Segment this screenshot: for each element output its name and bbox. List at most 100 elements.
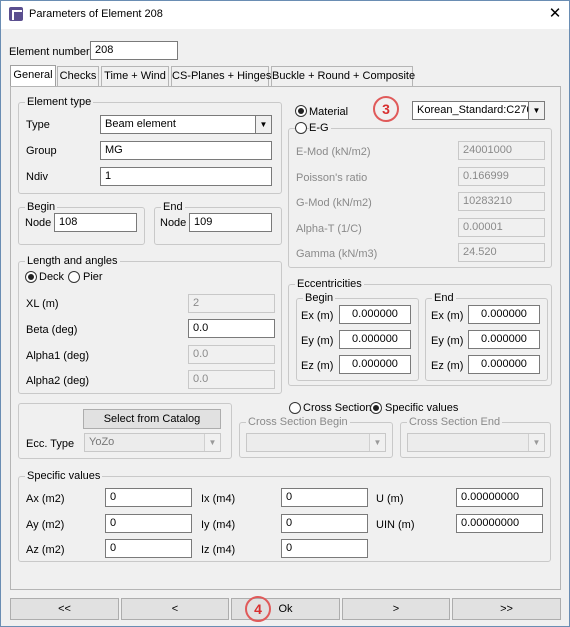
ecc-begin-ez-label: Ez (m) <box>301 360 334 372</box>
ay-input[interactable]: 0 <box>105 514 192 533</box>
gamma-value: 24.520 <box>458 243 545 262</box>
next-button[interactable]: > <box>342 598 450 620</box>
iz-label: Iz (m4) <box>201 544 236 556</box>
chevron-down-icon[interactable]: ▼ <box>528 102 544 119</box>
select-from-catalog-button[interactable]: Select from Catalog <box>83 409 221 429</box>
end-node-input[interactable]: 109 <box>189 213 272 232</box>
window-title: Parameters of Element 208 <box>29 8 163 20</box>
ndiv-input[interactable]: 1 <box>100 167 272 186</box>
cross-section-radio[interactable] <box>289 402 301 414</box>
begin-legend: Begin <box>25 201 58 213</box>
deck-label: Deck <box>39 271 65 283</box>
ax-label: Ax (m2) <box>26 493 65 505</box>
cross-section-begin-select: ▼ <box>246 433 386 452</box>
pier-radio[interactable] <box>68 271 80 283</box>
ecc-type-select: YoZo ▼ <box>84 433 221 452</box>
az-input[interactable]: 0 <box>105 539 192 558</box>
ecc-begin-ex-label: Ex (m) <box>301 310 334 322</box>
uin-label: UIN (m) <box>376 519 415 531</box>
alphat-label: Alpha-T (1/C) <box>296 223 362 235</box>
gamma-label: Gamma (kN/m3) <box>296 248 378 260</box>
title-bar: Parameters of Element 208 ✕ <box>1 1 569 29</box>
ay-label: Ay (m2) <box>26 519 65 531</box>
ecc-begin-ey-label: Ey (m) <box>301 335 334 347</box>
alpha2-label: Alpha2 (deg) <box>26 375 89 387</box>
begin-node-input[interactable]: 108 <box>54 213 137 232</box>
ecc-begin-ey-input[interactable]: 0.000000 <box>339 330 411 349</box>
tab-time-wind[interactable]: Time + Wind <box>101 66 169 86</box>
app-icon <box>9 7 23 21</box>
tab-buckle-round-composite[interactable]: Buckle + Round + Composite <box>271 66 415 86</box>
xl-label: XL (m) <box>26 298 59 310</box>
step-4-badge: 4 <box>245 596 271 622</box>
close-icon[interactable]: ✕ <box>543 3 567 25</box>
ax-input[interactable]: 0 <box>105 488 192 507</box>
ix-input[interactable]: 0 <box>281 488 368 507</box>
last-button[interactable]: >> <box>452 598 561 620</box>
element-type-legend: Element type <box>25 96 94 108</box>
tab-general[interactable]: General <box>10 65 56 87</box>
element-number-label: Element number <box>9 46 90 58</box>
emod-value: 24001000 <box>458 141 545 160</box>
iy-input[interactable]: 0 <box>281 514 368 533</box>
end-node-label: Node <box>160 217 187 229</box>
ndiv-label: Ndiv <box>26 171 49 183</box>
deck-radio[interactable] <box>25 271 37 283</box>
cross-section-label: Cross Section <box>303 402 372 414</box>
ecc-end-ez-label: Ez (m) <box>431 360 464 372</box>
element-number-input[interactable]: 208 <box>90 41 178 60</box>
cross-section-begin-legend: Cross Section Begin <box>246 416 350 428</box>
ecc-end-ex-input[interactable]: 0.000000 <box>468 305 540 324</box>
uin-input[interactable]: 0.00000000 <box>456 514 543 533</box>
ecc-end-ex-label: Ex (m) <box>431 310 464 322</box>
tab-checks[interactable]: Checks <box>57 66 99 86</box>
material-select-value: Korean_Standard:C270 <box>417 104 533 116</box>
alphat-value: 0.00001 <box>458 218 545 237</box>
eg-label: E-G <box>309 122 331 134</box>
ecc-type-value: YoZo <box>89 436 115 448</box>
ecc-end-ey-input[interactable]: 0.000000 <box>468 330 540 349</box>
iz-input[interactable]: 0 <box>281 539 368 558</box>
ecc-end-ez-input[interactable]: 0.000000 <box>468 355 540 374</box>
material-radio[interactable] <box>295 105 307 117</box>
gmod-label: G-Mod (kN/m2) <box>296 197 372 209</box>
group-input[interactable]: MG <box>100 141 272 160</box>
iy-label: Iy (m4) <box>201 519 236 531</box>
ix-label: Ix (m4) <box>201 493 236 505</box>
type-select[interactable]: Beam element ▼ <box>100 115 272 134</box>
chevron-down-icon[interactable]: ▼ <box>255 116 271 133</box>
emod-label: E-Mod (kN/m2) <box>296 146 371 158</box>
end-legend: End <box>161 201 185 213</box>
beta-input[interactable]: 0.0 <box>188 319 275 338</box>
length-angles-legend: Length and angles <box>25 255 120 267</box>
previous-button[interactable]: < <box>121 598 229 620</box>
begin-node-label: Node <box>25 217 52 229</box>
xl-input: 2 <box>188 294 275 313</box>
poisson-label: Poisson's ratio <box>296 172 368 184</box>
u-input[interactable]: 0.00000000 <box>456 488 543 507</box>
poisson-value: 0.166999 <box>458 167 545 186</box>
step-3-badge: 3 <box>373 96 399 122</box>
ecc-end-ey-label: Ey (m) <box>431 335 464 347</box>
ecc-end-legend: End <box>432 292 456 304</box>
eccentricities-legend: Eccentricities <box>295 278 364 290</box>
chevron-down-icon: ▼ <box>528 434 544 451</box>
first-button[interactable]: << <box>10 598 119 620</box>
specific-values-label: Specific values <box>385 402 459 414</box>
pier-label: Pier <box>83 271 103 283</box>
eg-radio[interactable] <box>295 122 307 134</box>
specific-values-radio[interactable] <box>370 402 382 414</box>
dialog-window: Parameters of Element 208 ✕ Element numb… <box>0 0 570 627</box>
ecc-begin-ez-input[interactable]: 0.000000 <box>339 355 411 374</box>
ecc-begin-ex-input[interactable]: 0.000000 <box>339 305 411 324</box>
chevron-down-icon: ▼ <box>204 434 220 451</box>
chevron-down-icon: ▼ <box>369 434 385 451</box>
specific-values-legend: Specific values <box>25 470 103 482</box>
ecc-type-label: Ecc. Type <box>26 438 75 450</box>
material-select[interactable]: Korean_Standard:C270 ▼ <box>412 101 545 120</box>
type-select-value: Beam element <box>105 118 176 130</box>
alpha1-input: 0.0 <box>188 345 275 364</box>
beta-label: Beta (deg) <box>26 324 78 336</box>
tab-cs-planes-hinges[interactable]: CS-Planes + Hinges <box>171 66 271 86</box>
cross-section-end-select: ▼ <box>407 433 545 452</box>
